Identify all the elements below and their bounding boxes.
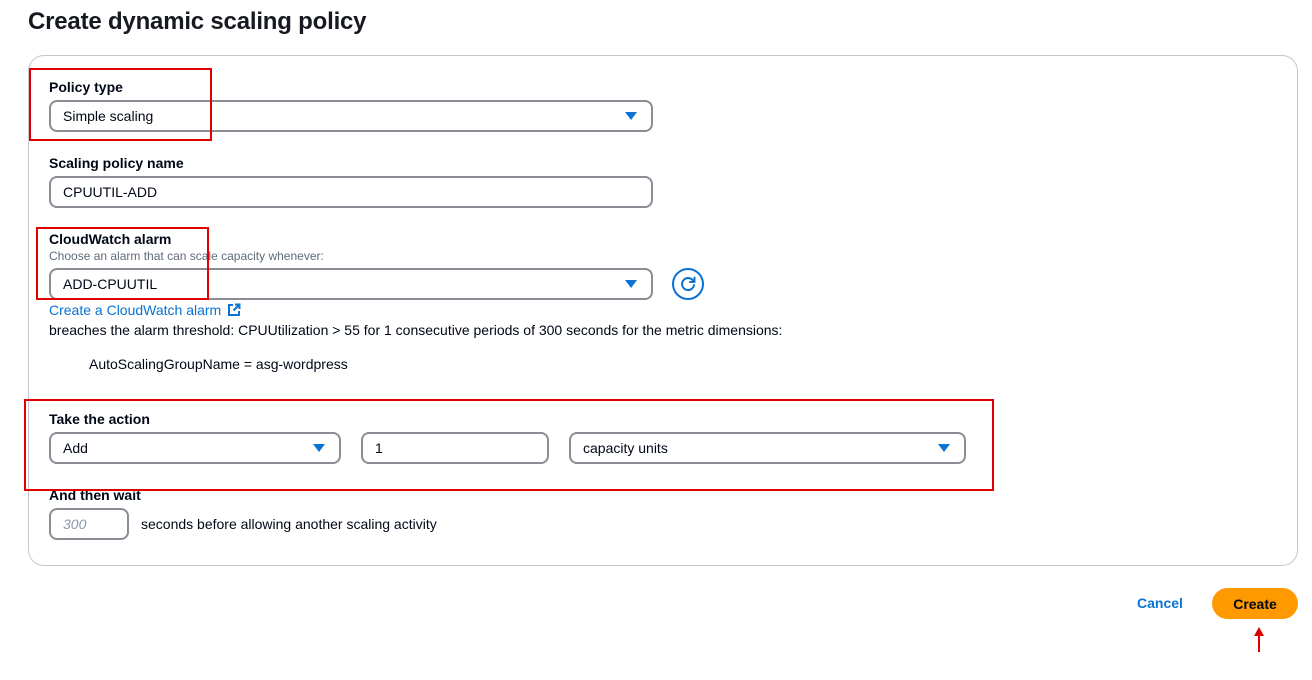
caret-down-icon (625, 280, 637, 288)
external-link-icon (228, 303, 241, 316)
action-operation-value: Add (63, 440, 88, 456)
action-amount-value: 1 (375, 440, 383, 456)
policy-type-label: Policy type (49, 79, 123, 95)
cancel-button[interactable]: Cancel (1128, 591, 1192, 615)
create-cloudwatch-alarm-link[interactable]: Create a CloudWatch alarm (49, 302, 241, 318)
policy-type-value: Simple scaling (63, 108, 154, 124)
action-operation-select[interactable]: Add (49, 432, 341, 464)
wait-seconds-input[interactable]: 300 (49, 508, 129, 540)
refresh-icon (681, 276, 696, 292)
action-unit-value: capacity units (583, 440, 668, 456)
cloudwatch-alarm-value: ADD-CPUUTIL (63, 276, 158, 292)
create-button[interactable]: Create (1212, 588, 1298, 619)
caret-down-icon (938, 444, 950, 452)
caret-down-icon (625, 112, 637, 120)
policy-name-label: Scaling policy name (49, 155, 184, 171)
cloudwatch-alarm-select[interactable]: ADD-CPUUTIL (49, 268, 653, 300)
wait-label: And then wait (49, 487, 141, 503)
caret-down-icon (313, 444, 325, 452)
action-unit-select[interactable]: capacity units (569, 432, 966, 464)
policy-type-select[interactable]: Simple scaling (49, 100, 653, 132)
wait-suffix-text: seconds before allowing another scaling … (141, 516, 437, 532)
alarm-breach-description: breaches the alarm threshold: CPUUtiliza… (49, 322, 783, 338)
policy-name-value: CPUUTIL-ADD (63, 184, 158, 200)
cloudwatch-alarm-description: Choose an alarm that can scale capacity … (49, 249, 324, 263)
cloudwatch-alarm-label: CloudWatch alarm (49, 231, 172, 247)
action-amount-input[interactable]: 1 (361, 432, 549, 464)
wait-seconds-placeholder: 300 (63, 516, 87, 532)
refresh-alarms-button[interactable] (672, 268, 704, 300)
create-cloudwatch-alarm-link-text: Create a CloudWatch alarm (49, 302, 222, 318)
take-action-label: Take the action (49, 411, 150, 427)
alarm-dimension: AutoScalingGroupName = asg-wordpress (89, 356, 348, 372)
page-title: Create dynamic scaling policy (28, 8, 367, 35)
policy-name-input[interactable]: CPUUTIL-ADD (49, 176, 653, 208)
annotation-arrow-icon (1254, 627, 1264, 652)
